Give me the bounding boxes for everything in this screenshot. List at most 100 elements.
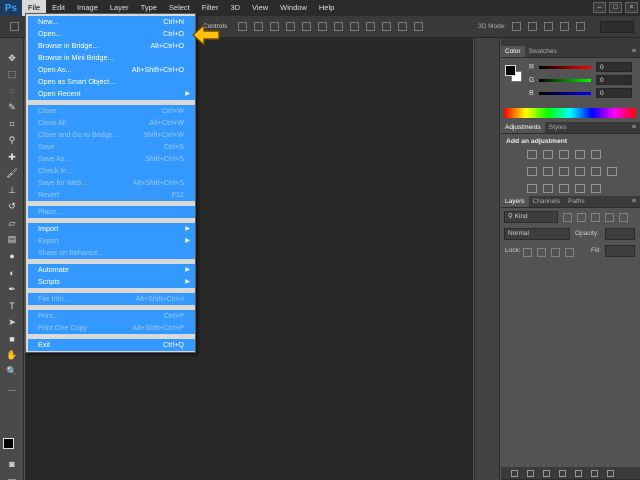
move-tool-icon[interactable]: ✥ (0, 50, 24, 67)
history-brush-tool-icon[interactable]: ↺ (0, 199, 24, 216)
tab-paths[interactable]: Paths (564, 196, 589, 207)
shape-tool-icon[interactable]: ■ (0, 331, 24, 348)
new-group-icon[interactable] (575, 469, 582, 477)
menu-item-save[interactable]: Save Ctrl+S (28, 141, 195, 153)
tab-adjustments[interactable]: Adjustments (501, 122, 545, 133)
panel-menu-icon[interactable]: ≡ (632, 198, 636, 205)
pen-tool-icon[interactable]: ✒ (0, 281, 24, 298)
menu-item-save-for-web[interactable]: Save for Web... Alt+Shift+Ctrl+S (28, 177, 195, 189)
gradient-tool-icon[interactable]: ▤ (0, 232, 24, 249)
menu-item-check-in[interactable]: Check In... (28, 165, 195, 177)
vibrance-icon[interactable] (591, 150, 601, 159)
menu-item-open[interactable]: Open... Ctrl+O (28, 28, 195, 40)
align-right-icon[interactable] (318, 22, 327, 31)
align-middle-icon[interactable] (254, 22, 263, 31)
marquee-tool-icon[interactable]: ⬚ (0, 67, 24, 84)
blue-value-input[interactable]: 0 (596, 88, 632, 98)
lock-image-icon[interactable] (537, 248, 546, 257)
menu-item-automate[interactable]: Automate ▶ (28, 264, 195, 276)
red-value-input[interactable]: 0 (596, 62, 632, 72)
3d-scale-icon[interactable] (576, 22, 585, 31)
panel-dock-header[interactable] (501, 38, 640, 46)
panel-menu-icon[interactable]: ≡ (632, 124, 636, 131)
color-lookup-icon[interactable] (607, 167, 617, 176)
align-top-icon[interactable] (238, 22, 247, 31)
color-panel-foreground-swatch[interactable] (505, 65, 516, 76)
menu-item-close-and-go-to-bridge[interactable]: Close and Go to Bridge... Shift+Ctrl+W (28, 129, 195, 141)
menu-item-export[interactable]: Export ▶ (28, 235, 195, 247)
exposure-icon[interactable] (575, 150, 585, 159)
menu-item-print[interactable]: Print... Ctrl+P (28, 310, 195, 322)
pixel-filter-icon[interactable] (563, 213, 572, 222)
blur-tool-icon[interactable]: ● (0, 248, 24, 265)
type-tool-icon[interactable]: T (0, 298, 24, 315)
photo-filter-icon[interactable] (575, 167, 585, 176)
menu-item-place[interactable]: Place... (28, 206, 195, 218)
dodge-tool-icon[interactable]: ◐ (0, 265, 24, 282)
lock-position-icon[interactable] (551, 248, 560, 257)
green-slider[interactable] (539, 78, 591, 82)
distribute-center-icon[interactable] (398, 22, 407, 31)
quick-mask-icon[interactable]: ◙ (0, 456, 24, 473)
tab-layers[interactable]: Layers (501, 196, 529, 207)
path-selection-tool-icon[interactable]: ➤ (0, 314, 24, 331)
zoom-tool-icon[interactable]: 🔍 (0, 364, 24, 381)
tools-panel-header[interactable] (0, 38, 23, 50)
green-value-input[interactable]: 0 (596, 75, 632, 85)
menu-item-scripts[interactable]: Scripts ▶ (28, 276, 195, 288)
tab-styles[interactable]: Styles (545, 122, 571, 133)
shape-filter-icon[interactable] (605, 213, 614, 222)
menu-filter[interactable]: Filter (196, 0, 225, 16)
invert-icon[interactable] (527, 184, 537, 193)
lock-all-icon[interactable] (565, 248, 574, 257)
levels-icon[interactable] (543, 150, 553, 159)
maximize-button[interactable]: □ (609, 2, 622, 13)
foreground-color-swatch[interactable] (3, 438, 14, 449)
align-left-icon[interactable] (286, 22, 295, 31)
3d-drag-icon[interactable] (544, 22, 553, 31)
minimize-button[interactable]: – (593, 2, 606, 13)
workspace-select[interactable] (600, 21, 634, 33)
3d-roll-icon[interactable] (528, 22, 537, 31)
threshold-icon[interactable] (559, 184, 569, 193)
extra-tools-icon[interactable]: … (0, 380, 24, 397)
3d-rotate-icon[interactable] (512, 22, 521, 31)
channel-mixer-icon[interactable] (591, 167, 601, 176)
menu-item-exit[interactable]: Exit Ctrl+Q (28, 339, 195, 351)
layer-filter-select[interactable]: ⚲ Kind (504, 211, 558, 223)
menu-3d[interactable]: 3D (224, 0, 246, 16)
lasso-tool-icon[interactable]: ◌ (0, 83, 24, 100)
selective-color-icon[interactable] (591, 184, 601, 193)
layer-mask-icon[interactable] (543, 469, 550, 477)
distribute-bottom-icon[interactable] (366, 22, 375, 31)
curves-icon[interactable] (559, 150, 569, 159)
menu-item-new[interactable]: New... Ctrl+N (28, 16, 195, 28)
healing-brush-tool-icon[interactable]: ✚ (0, 149, 24, 166)
eraser-tool-icon[interactable]: ▱ (0, 215, 24, 232)
menu-item-browse-in-bridge[interactable]: Browse in Bridge... Alt+Ctrl+O (28, 40, 195, 52)
menu-item-print-one-copy[interactable]: Print One Copy Alt+Shift+Ctrl+P (28, 322, 195, 334)
menu-item-browse-in-mini-bridge[interactable]: Browse in Mini Bridge... (28, 52, 195, 64)
hue-saturation-icon[interactable] (527, 167, 537, 176)
align-bottom-icon[interactable] (270, 22, 279, 31)
new-layer-icon[interactable] (591, 469, 598, 477)
menu-window[interactable]: Window (274, 0, 313, 16)
brightness-contrast-icon[interactable] (527, 150, 537, 159)
eyedropper-tool-icon[interactable]: ⚲ (0, 133, 24, 150)
menu-item-revert[interactable]: Revert F12 (28, 189, 195, 201)
distribute-right-icon[interactable] (414, 22, 423, 31)
smart-object-filter-icon[interactable] (619, 213, 628, 222)
blend-mode-select[interactable]: Normal (504, 228, 570, 240)
collapsed-panel-strip[interactable] (474, 38, 500, 480)
menu-item-close-all[interactable]: Close All Alt+Ctrl+W (28, 117, 195, 129)
posterize-icon[interactable] (543, 184, 553, 193)
tab-swatches[interactable]: Swatches (525, 46, 561, 57)
color-spectrum-bar[interactable] (504, 108, 636, 118)
menu-view[interactable]: View (246, 0, 274, 16)
menu-item-import[interactable]: Import ▶ (28, 223, 195, 235)
opacity-input[interactable] (605, 228, 635, 240)
brush-tool-icon[interactable]: 🖌 (0, 166, 24, 183)
menu-item-open-recent[interactable]: Open Recent ▶ (28, 88, 195, 100)
screen-mode-icon[interactable]: ▭ (0, 472, 24, 480)
clone-stamp-tool-icon[interactable]: ⊥ (0, 182, 24, 199)
